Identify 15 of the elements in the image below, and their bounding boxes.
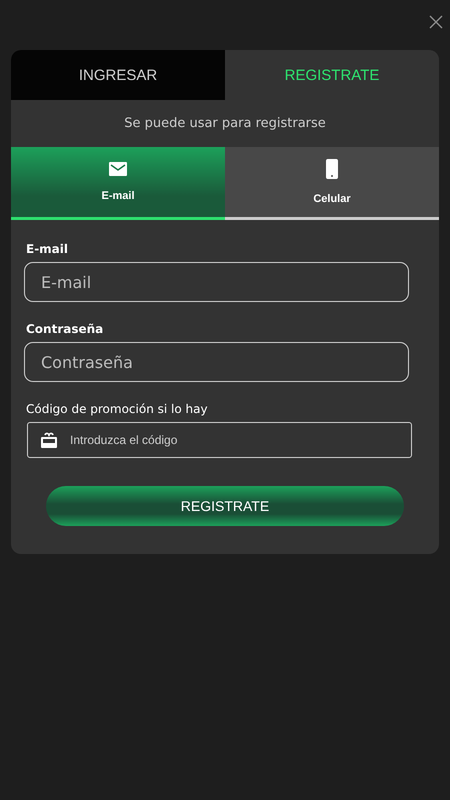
- method-tab[interactable]: Celular: [225, 147, 439, 220]
- promo-code-field[interactable]: Introduzca el código: [27, 422, 412, 458]
- method-tab[interactable]: E-mail: [11, 147, 225, 220]
- input-field[interactable]: E-mail: [24, 262, 409, 302]
- field-label: Código de promoción si lo hay: [26, 402, 209, 416]
- tab[interactable]: INGRESAR: [11, 50, 225, 100]
- field-label: E-mail: [25, 242, 70, 256]
- close-icon[interactable]: [429, 15, 443, 29]
- register-button[interactable]: REGISTRATE: [46, 486, 404, 526]
- field-label: Contraseña: [25, 322, 104, 336]
- gift-icon: [40, 431, 58, 449]
- phone-icon: [326, 159, 338, 179]
- envelope-icon: [109, 162, 127, 176]
- input-field[interactable]: Contraseña: [24, 342, 409, 382]
- subtitle: Se puede usar para registrarse: [123, 115, 327, 133]
